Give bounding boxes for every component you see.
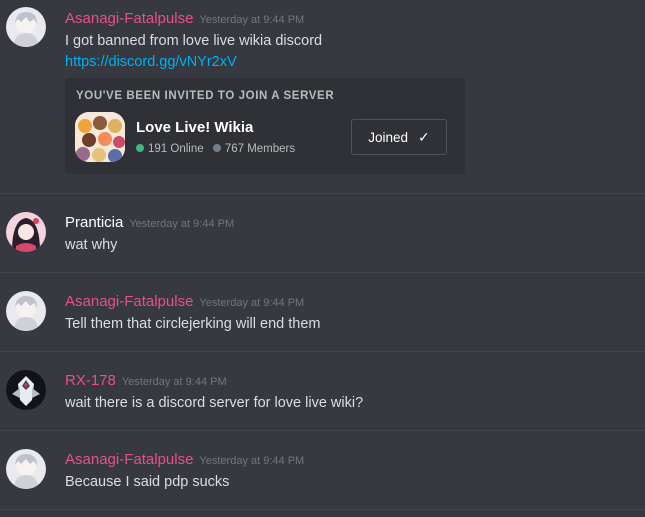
message-text: wat why <box>65 237 118 253</box>
avatar[interactable] <box>6 7 46 47</box>
message-username[interactable]: Asanagi-Fatalpulse Yesterday at 9:44 PM <box>65 293 304 310</box>
message-text: I got banned from love live wikia discor… <box>65 33 323 49</box>
avatar-image <box>6 7 46 47</box>
avatar[interactable] <box>6 291 46 331</box>
message-divider <box>0 351 645 352</box>
avatar[interactable] <box>6 370 46 410</box>
message-timestamp: Yesterday at 9:44 PM <box>121 376 227 388</box>
checkmark-icon: ✓ <box>418 128 430 145</box>
avatar-image <box>6 212 46 252</box>
avatar-image <box>6 370 46 410</box>
message-divider <box>0 430 645 431</box>
joined-label: Joined <box>368 129 409 145</box>
joined-button[interactable]: Joined ✓ <box>351 119 447 155</box>
message-timestamp: Yesterday at 9:44 PM <box>199 14 305 26</box>
message-timestamp: Yesterday at 9:44 PM <box>199 297 305 309</box>
member-count: 767 Members <box>224 143 296 155</box>
message-text: Tell them that circlejerking will end th… <box>65 316 321 332</box>
avatar[interactable] <box>6 212 46 252</box>
message-divider <box>0 272 645 273</box>
online-dot <box>136 144 144 152</box>
avatar-image <box>6 449 46 489</box>
message-timestamp: Yesterday at 9:44 PM <box>129 218 235 230</box>
username-text[interactable]: Asanagi-Fatalpulse <box>65 10 193 27</box>
message-username[interactable]: Pranticia Yesterday at 9:44 PM <box>65 214 234 231</box>
invite-header: YOU'VE BEEN INVITED TO JOIN A SERVER <box>76 90 335 102</box>
message-username[interactable]: Asanagi-Fatalpulse Yesterday at 9:44 PM <box>65 10 304 27</box>
message-username[interactable]: Asanagi-Fatalpulse Yesterday at 9:44 PM <box>65 451 304 468</box>
server-stats: 191 Online 767 Members <box>136 143 295 155</box>
message-username[interactable]: RX-178 Yesterday at 9:44 PM <box>65 372 227 389</box>
message-text: wait there is a discord server for love … <box>65 395 364 411</box>
server-icon[interactable] <box>75 112 125 162</box>
message-divider <box>0 193 645 194</box>
server-icon-image <box>75 112 125 162</box>
server-name: Love Live! Wikia <box>136 119 254 136</box>
members-dot <box>212 144 221 152</box>
message-divider <box>0 509 645 510</box>
username-text[interactable]: RX-178 <box>65 372 116 389</box>
invite-link[interactable]: https://discord.gg/vNYr2xV <box>65 54 237 70</box>
username-text[interactable]: Asanagi-Fatalpulse <box>65 293 193 310</box>
username-text[interactable]: Asanagi-Fatalpulse <box>65 451 193 468</box>
avatar-image <box>6 291 46 331</box>
avatar[interactable] <box>6 449 46 489</box>
server-invite-card: YOU'VE BEEN INVITED TO JOIN A SERVER Lov… <box>65 78 465 174</box>
message-timestamp: Yesterday at 9:44 PM <box>199 455 305 467</box>
message-text: Because I said pdp sucks <box>65 474 230 490</box>
online-count: 191 Online <box>148 143 204 155</box>
username-text[interactable]: Pranticia <box>65 214 123 231</box>
